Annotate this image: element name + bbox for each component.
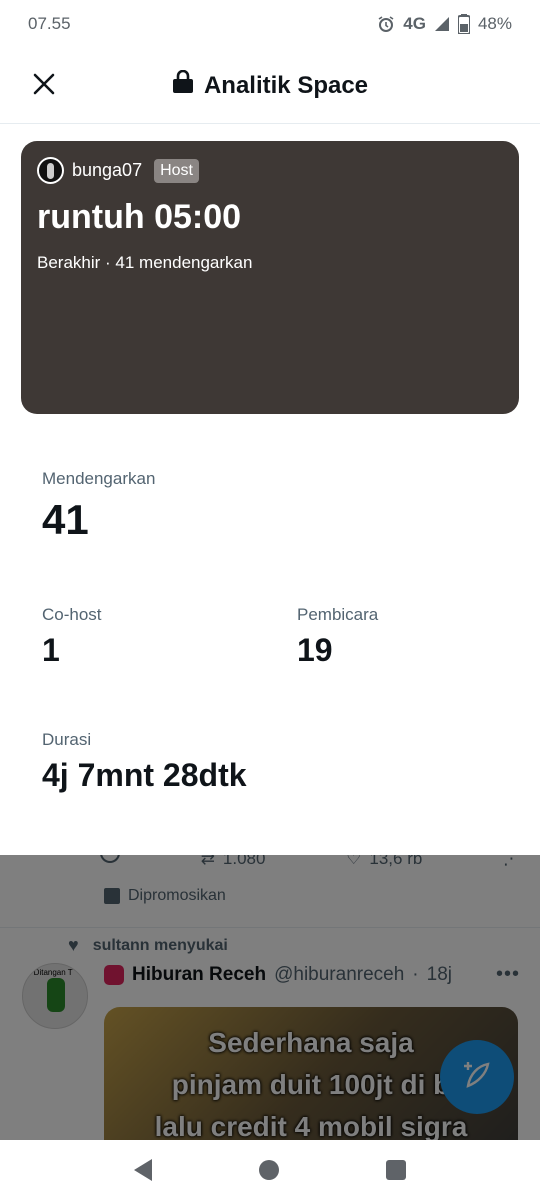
host-avatar[interactable]	[37, 157, 64, 184]
heart-filled-icon: ♥	[68, 935, 79, 955]
lock-icon	[172, 69, 194, 101]
cohost-label: Co-host	[42, 605, 102, 624]
tweet-actions: ⇄ 1.080 ♡ 13,6 rb ⋰	[100, 855, 520, 875]
alarm-icon	[377, 15, 395, 33]
space-card: bunga07 Host runtuh 05:00 Berakhir · 41 …	[21, 141, 519, 414]
space-status: Berakhir · 41 mendengarkan	[37, 253, 253, 272]
reply-icon	[100, 855, 120, 863]
app-header: Analitik Space	[0, 48, 540, 124]
like-count: 13,6 rb	[369, 855, 423, 868]
compose-feather-icon	[460, 1058, 494, 1097]
home-icon[interactable]	[258, 1160, 279, 1180]
back-icon[interactable]	[133, 1159, 152, 1181]
listeners-label: Mendengarkan	[42, 469, 156, 488]
retweet-icon: ⇄	[200, 855, 215, 868]
duration-label: Durasi	[42, 730, 92, 749]
host-row: bunga07 Host	[37, 157, 503, 184]
speakers-label: Pembicara	[297, 605, 379, 624]
promoted-icon	[104, 888, 120, 904]
retweet-action: ⇄ 1.080	[201, 855, 266, 875]
battery-icon	[457, 14, 470, 34]
recent-apps-icon[interactable]	[386, 1160, 407, 1180]
cohost-value: 1	[42, 632, 60, 668]
duration-value: 4j 7mnt 28dtk	[42, 757, 247, 793]
background-feed: ⇄ 1.080 ♡ 13,6 rb ⋰ Dipromosikan ♥ sulta…	[0, 855, 540, 1140]
tweet-author-name: Hiburan Receh	[132, 963, 267, 985]
network-label: 4G	[403, 14, 426, 33]
feed-divider	[0, 927, 540, 928]
promoted-row: Dipromosikan	[104, 887, 226, 905]
system-nav-bar	[0, 1140, 540, 1200]
battery-level: 48%	[477, 14, 512, 33]
stop-sign-icon	[104, 964, 124, 985]
media-text-line-3: lalu credit 4 mobil sigra	[154, 1111, 468, 1140]
listeners-value: 41	[42, 496, 89, 543]
retweet-count: 1.080	[222, 855, 266, 868]
liked-by-text: sultann menyukai	[92, 936, 228, 954]
status-icons: 4G 48%	[377, 14, 512, 34]
like-action: ♡ 13,6 rb	[346, 855, 422, 875]
host-name[interactable]: bunga07	[72, 160, 142, 181]
signal-icon	[434, 16, 450, 32]
compose-button	[440, 1040, 514, 1114]
share-icon: ⋰	[503, 855, 520, 868]
page-title: Analitik Space	[203, 71, 369, 99]
tweet-age: 18j	[426, 963, 452, 985]
tweet-author-avatar: n Ditangan T	[22, 963, 88, 1029]
tweet-author-handle: @hiburanreceh	[274, 963, 405, 985]
tweet-age-separator: ·	[412, 963, 419, 985]
more-options-icon: •••	[495, 963, 520, 985]
tweet-header: Hiburan Receh @hiburanreceh · 18j •••	[104, 963, 520, 986]
avatar-text: n Ditangan T	[27, 968, 73, 977]
space-title: runtuh 05:00	[37, 198, 242, 236]
status-time: 07.55	[28, 14, 71, 33]
social-context: ♥ sultann menyukai	[68, 935, 228, 956]
page-title-group: Analitik Space	[0, 69, 540, 101]
speakers-value: 19	[297, 632, 333, 668]
heart-icon: ♡	[346, 855, 362, 868]
host-badge: Host	[154, 158, 199, 183]
status-bar: 07.55 4G 48%	[0, 0, 540, 48]
promoted-label: Dipromosikan	[128, 887, 226, 904]
